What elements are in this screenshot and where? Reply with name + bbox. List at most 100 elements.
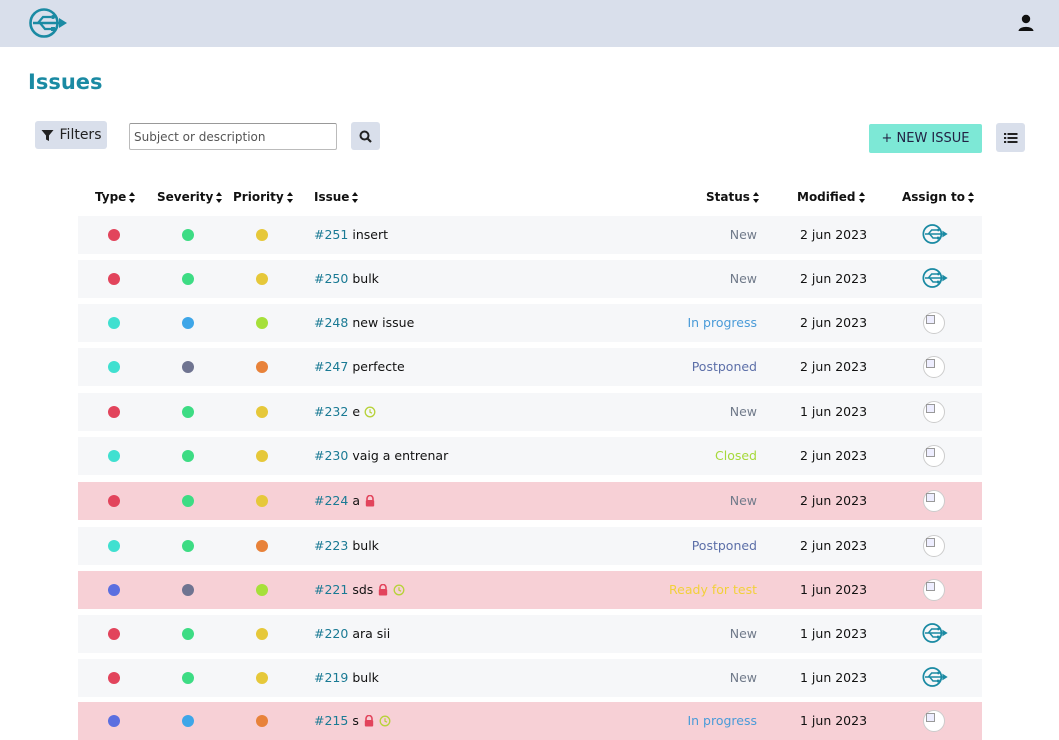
table-row[interactable]: #251 insert New 2 jun 2023 (78, 216, 982, 254)
column-status[interactable]: Status (706, 190, 760, 204)
priority-dot[interactable] (256, 450, 268, 462)
status-label[interactable]: Ready for test (669, 582, 757, 597)
assignee-avatar[interactable] (921, 354, 947, 380)
table-row[interactable]: #215 s In progress 1 jun 2023 (78, 702, 982, 740)
priority-dot[interactable] (256, 406, 268, 418)
priority-dot[interactable] (256, 317, 268, 329)
priority-dot[interactable] (256, 273, 268, 285)
priority-dot[interactable] (256, 584, 268, 596)
status-label[interactable]: New (730, 271, 757, 286)
type-dot[interactable] (108, 361, 120, 373)
priority-dot[interactable] (256, 540, 268, 552)
issue-link[interactable]: #230 vaig a entrenar (314, 448, 448, 463)
issue-subject[interactable]: bulk (352, 271, 379, 286)
issue-number[interactable]: #220 (314, 626, 348, 641)
type-dot[interactable] (108, 450, 120, 462)
issue-link[interactable]: #251 insert (314, 227, 388, 242)
issue-number[interactable]: #251 (314, 227, 348, 242)
issue-subject[interactable]: ara sii (352, 626, 390, 641)
severity-dot[interactable] (182, 628, 194, 640)
issue-subject[interactable]: new issue (352, 315, 414, 330)
assignee-avatar[interactable] (921, 665, 948, 691)
severity-dot[interactable] (182, 450, 194, 462)
status-label[interactable]: Postponed (692, 538, 757, 553)
issue-number[interactable]: #219 (314, 670, 348, 685)
search-input[interactable] (129, 123, 337, 150)
issue-subject[interactable]: bulk (352, 538, 379, 553)
priority-dot[interactable] (256, 229, 268, 241)
severity-dot[interactable] (182, 672, 194, 684)
issue-link[interactable]: #215 s (314, 713, 391, 728)
filters-button[interactable]: Filters (35, 121, 107, 149)
priority-dot[interactable] (256, 361, 268, 373)
issue-subject[interactable]: e (352, 404, 360, 419)
issue-link[interactable]: #248 new issue (314, 315, 414, 330)
issue-link[interactable]: #224 a (314, 493, 376, 508)
status-label[interactable]: Postponed (692, 359, 757, 374)
table-row[interactable]: #232 e New 1 jun 2023 (78, 393, 982, 431)
issue-link[interactable]: #223 bulk (314, 538, 379, 553)
assignee-avatar[interactable] (921, 533, 947, 559)
severity-dot[interactable] (182, 495, 194, 507)
type-dot[interactable] (108, 495, 120, 507)
type-dot[interactable] (108, 273, 120, 285)
issue-number[interactable]: #250 (314, 271, 348, 286)
table-row[interactable]: #248 new issue In progress 2 jun 2023 (78, 304, 982, 342)
table-row[interactable]: #221 sds Ready for test 1 jun 2023 (78, 571, 982, 609)
status-label[interactable]: New (730, 493, 757, 508)
column-issue[interactable]: Issue (314, 190, 359, 204)
assignee-avatar[interactable] (921, 399, 947, 425)
issue-subject[interactable]: vaig a entrenar (352, 448, 448, 463)
table-row[interactable]: #219 bulk New 1 jun 2023 (78, 659, 982, 697)
issue-number[interactable]: #224 (314, 493, 348, 508)
column-severity[interactable]: Severity (157, 190, 223, 204)
issue-number[interactable]: #223 (314, 538, 348, 553)
type-dot[interactable] (108, 628, 120, 640)
status-label[interactable]: In progress (687, 713, 757, 728)
assignee-avatar[interactable] (921, 443, 947, 469)
user-icon[interactable] (1016, 13, 1036, 33)
table-row[interactable]: #230 vaig a entrenar Closed 2 jun 2023 (78, 437, 982, 475)
issue-subject[interactable]: perfecte (352, 359, 404, 374)
severity-dot[interactable] (182, 584, 194, 596)
assignee-avatar[interactable] (921, 310, 947, 336)
table-row[interactable]: #220 ara sii New 1 jun 2023 (78, 615, 982, 653)
issue-number[interactable]: #215 (314, 713, 348, 728)
priority-dot[interactable] (256, 495, 268, 507)
table-row[interactable]: #247 perfecte Postponed 2 jun 2023 (78, 348, 982, 386)
column-priority[interactable]: Priority (233, 190, 294, 204)
type-dot[interactable] (108, 229, 120, 241)
type-dot[interactable] (108, 540, 120, 552)
issue-subject[interactable]: s (352, 713, 359, 728)
list-view-button[interactable] (996, 123, 1025, 152)
type-dot[interactable] (108, 317, 120, 329)
status-label[interactable]: In progress (687, 315, 757, 330)
severity-dot[interactable] (182, 317, 194, 329)
issue-subject[interactable]: bulk (352, 670, 379, 685)
status-label[interactable]: Closed (715, 448, 757, 463)
type-dot[interactable] (108, 715, 120, 727)
severity-dot[interactable] (182, 406, 194, 418)
assignee-avatar[interactable] (921, 488, 947, 514)
severity-dot[interactable] (182, 229, 194, 241)
search-button[interactable] (351, 122, 380, 150)
type-dot[interactable] (108, 406, 120, 418)
severity-dot[interactable] (182, 361, 194, 373)
priority-dot[interactable] (256, 715, 268, 727)
status-label[interactable]: New (730, 227, 757, 242)
status-label[interactable]: New (730, 670, 757, 685)
assignee-avatar[interactable] (921, 577, 947, 603)
issue-number[interactable]: #221 (314, 582, 348, 597)
status-label[interactable]: New (730, 404, 757, 419)
issue-link[interactable]: #232 e (314, 404, 376, 419)
issue-number[interactable]: #247 (314, 359, 348, 374)
issue-link[interactable]: #250 bulk (314, 271, 379, 286)
issue-subject[interactable]: insert (352, 227, 388, 242)
table-row[interactable]: #250 bulk New 2 jun 2023 (78, 260, 982, 298)
column-modified[interactable]: Modified (797, 190, 866, 204)
issue-number[interactable]: #248 (314, 315, 348, 330)
severity-dot[interactable] (182, 273, 194, 285)
issue-subject[interactable]: a (352, 493, 360, 508)
assignee-avatar[interactable] (921, 708, 947, 734)
column-assign-to[interactable]: Assign to (902, 190, 975, 204)
